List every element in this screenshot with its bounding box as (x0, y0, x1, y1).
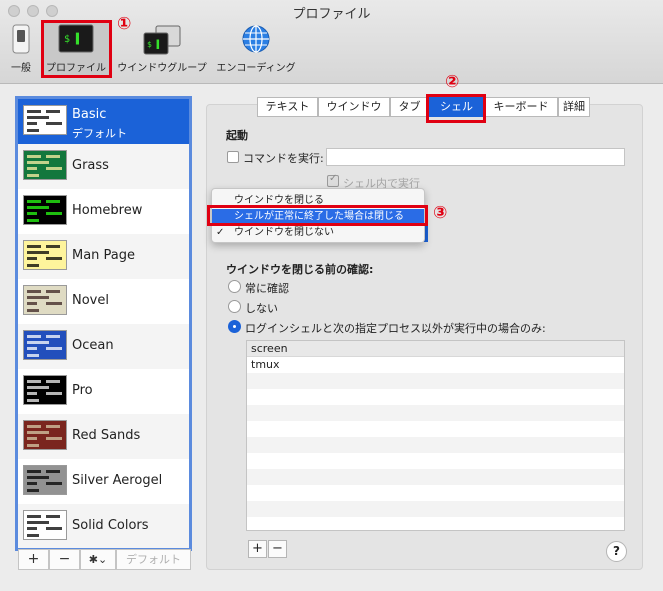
annotation-box-3 (207, 205, 428, 226)
profile-list-buttons: + − ✱⌄ デフォルト (18, 549, 191, 570)
tab-window[interactable]: ウインドウ (318, 97, 390, 117)
confirm-close-heading: ウインドウを閉じる前の確認: (226, 263, 374, 276)
process-row (247, 373, 624, 389)
gear-menu-button[interactable]: ✱⌄ (80, 549, 116, 570)
process-row (247, 469, 624, 485)
checkmark-icon: ✓ (216, 227, 225, 238)
profile-row[interactable]: Ocean (18, 324, 189, 369)
run-command-input[interactable] (326, 148, 625, 166)
window-group-icon: $! $ ▌ (143, 25, 181, 55)
process-row (247, 517, 624, 530)
radio-never[interactable] (228, 300, 241, 313)
profile-thumbnail (23, 420, 67, 450)
profile-thumbnail (23, 285, 67, 315)
remove-profile-button[interactable]: − (49, 549, 80, 570)
profile-name: Novel (72, 293, 109, 308)
profile-name: Solid Colors (72, 518, 149, 533)
profile-thumbnail (23, 375, 67, 405)
profile-row[interactable]: Solid Colors (18, 504, 189, 548)
toolbar-general[interactable]: 一般 (2, 22, 40, 76)
tab-tab[interactable]: タブ (390, 97, 429, 117)
profile-thumbnail (23, 195, 67, 225)
menu-item-dont-close[interactable]: ✓ ウインドウを閉じない (212, 225, 424, 241)
profile-thumbnail (23, 240, 67, 270)
add-process-button[interactable]: + (248, 540, 267, 558)
profile-name: Basic (72, 107, 107, 122)
process-row (247, 389, 624, 405)
tab-keyboard[interactable]: キーボード (484, 97, 558, 117)
tab-advanced[interactable]: 詳細 (558, 97, 590, 117)
process-row (247, 453, 624, 469)
radio-only-if-processes-label: ログインシェルと次の指定プロセス以外が実行中の場合のみ: (245, 322, 546, 335)
process-row[interactable]: tmux (247, 357, 624, 373)
profile-thumbnail (23, 150, 67, 180)
profile-thumbnail (23, 330, 67, 360)
process-row (247, 501, 624, 517)
set-default-button[interactable]: デフォルト (116, 549, 191, 570)
process-row (247, 421, 624, 437)
profile-row[interactable]: Basic デフォルト (18, 99, 189, 144)
help-button[interactable]: ? (606, 541, 627, 562)
annotation-box-2 (426, 94, 486, 123)
radio-only-if-processes[interactable] (228, 320, 241, 333)
profile-name: Ocean (72, 338, 114, 353)
run-command-checkbox[interactable] (227, 151, 239, 163)
annotation-box-1 (41, 20, 112, 78)
profile-name: Man Page (72, 248, 136, 263)
profile-name: Pro (72, 383, 93, 398)
remove-process-button[interactable]: − (268, 540, 287, 558)
profile-row[interactable]: Pro (18, 369, 189, 414)
profile-row[interactable]: Homebrew (18, 189, 189, 234)
svg-text:$ ▌: $ ▌ (147, 39, 161, 49)
profile-name: Red Sands (72, 428, 141, 443)
radio-never-label: しない (245, 302, 278, 315)
annotation-marker-3: ③ (433, 203, 448, 223)
add-profile-button[interactable]: + (18, 549, 49, 570)
process-row[interactable]: screen (247, 341, 624, 357)
toolbar-encoding-label: エンコーディング (216, 63, 296, 74)
profile-row[interactable]: Red Sands (18, 414, 189, 459)
profile-list[interactable]: Basic デフォルト Grass Homebrew Man Page Novel Ocea… (15, 96, 192, 551)
profile-name: Silver Aerogel (72, 473, 163, 488)
startup-heading: 起動 (226, 129, 248, 142)
radio-always-confirm-label: 常に確認 (245, 282, 289, 295)
toolbar-window-groups-label: ウインドウグループ (117, 63, 207, 74)
profile-thumbnail (23, 105, 67, 135)
profile-row[interactable]: Novel (18, 279, 189, 324)
process-row (247, 485, 624, 501)
profile-thumbnail (23, 510, 67, 540)
profile-row[interactable]: Silver Aerogel (18, 459, 189, 504)
annotation-marker-2: ② (445, 72, 460, 92)
process-row (247, 405, 624, 421)
annotation-marker-1: ① (117, 14, 132, 34)
process-row (247, 437, 624, 453)
profile-name: Grass (72, 158, 109, 173)
profile-name: Homebrew (72, 203, 143, 218)
tab-text[interactable]: テキスト (257, 97, 318, 117)
toolbar-encoding[interactable]: エンコーディング (213, 22, 299, 76)
switch-icon (12, 24, 30, 54)
profile-row[interactable]: Grass (18, 144, 189, 189)
run-command-label: コマンドを実行: (243, 152, 324, 165)
toolbar-general-label: 一般 (11, 63, 31, 74)
profile-row[interactable]: Man Page (18, 234, 189, 279)
globe-icon (242, 25, 270, 53)
radio-always-confirm[interactable] (228, 280, 241, 293)
profile-default-label: デフォルト (72, 127, 127, 140)
run-in-shell-checkbox[interactable] (327, 173, 339, 187)
profile-thumbnail (23, 465, 67, 495)
process-list[interactable]: screen tmux (246, 340, 625, 531)
